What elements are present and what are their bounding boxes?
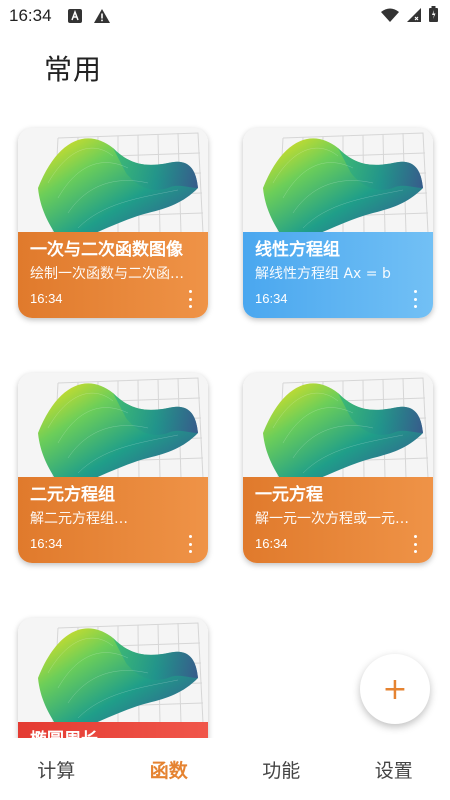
- section-title: 常用: [44, 53, 103, 86]
- plus-icon: +: [382, 671, 408, 707]
- nav-item-features[interactable]: 功能: [225, 738, 338, 800]
- more-vert-icon[interactable]: [409, 290, 421, 308]
- battery-icon: [429, 6, 438, 26]
- card-info: 一次与二次函数图像 绘制一次函数与二次函数图像 16:34: [18, 232, 208, 318]
- card-title: 一元方程: [255, 485, 323, 505]
- card-univariate-equation[interactable]: 一元方程 解一元一次方程或一元二次方程 16:34: [243, 373, 433, 563]
- surface-plot-thumbnail: [243, 128, 433, 239]
- card-description: 解二元方程组…: [30, 511, 128, 527]
- surface-plot-thumbnail: [18, 618, 208, 729]
- a-notification-icon: [67, 9, 82, 23]
- card-title: 一次与二次函数图像: [30, 240, 183, 260]
- card-info: 二元方程组 解二元方程组… 16:34: [18, 477, 208, 563]
- card-description: 解一元一次方程或一元二次方程: [255, 511, 421, 527]
- nav-item-functions[interactable]: 函数: [113, 738, 226, 800]
- nav-item-calculate[interactable]: 计算: [0, 738, 113, 800]
- card-info: 线性方程组 解线性方程组 Ax = b 16:34: [243, 232, 433, 318]
- card-time: 16:34: [30, 536, 63, 551]
- add-button[interactable]: +: [360, 654, 430, 724]
- card-time: 16:34: [255, 536, 288, 551]
- surface-plot-thumbnail: [18, 128, 208, 239]
- warning-icon: [93, 9, 110, 23]
- signal-icon: [407, 7, 421, 26]
- more-vert-icon[interactable]: [184, 290, 196, 308]
- more-vert-icon[interactable]: [409, 535, 421, 553]
- card-description: 绘制一次函数与二次函数图像: [30, 266, 196, 282]
- card-title: 线性方程组: [255, 240, 340, 260]
- bottom-nav: 计算 函数 功能 设置: [0, 738, 450, 800]
- card-description: 解线性方程组 Ax = b: [255, 266, 391, 282]
- card-time: 16:34: [255, 291, 288, 306]
- card-info: 一元方程 解一元一次方程或一元二次方程 16:34: [243, 477, 433, 563]
- surface-plot-thumbnail: [18, 373, 208, 484]
- card-linear-quadratic-plot[interactable]: 一次与二次函数图像 绘制一次函数与二次函数图像 16:34: [18, 128, 208, 318]
- card-title: 二元方程组: [30, 485, 115, 505]
- status-bar: 16:34: [0, 0, 450, 32]
- card-linear-system[interactable]: 线性方程组 解线性方程组 Ax = b 16:34: [243, 128, 433, 318]
- more-vert-icon[interactable]: [184, 535, 196, 553]
- surface-plot-thumbnail: [243, 373, 433, 484]
- wifi-icon: [381, 7, 399, 26]
- nav-item-settings[interactable]: 设置: [338, 738, 450, 800]
- card-binary-system[interactable]: 二元方程组 解二元方程组… 16:34: [18, 373, 208, 563]
- card-time: 16:34: [30, 291, 63, 306]
- status-time: 16:34: [9, 6, 52, 25]
